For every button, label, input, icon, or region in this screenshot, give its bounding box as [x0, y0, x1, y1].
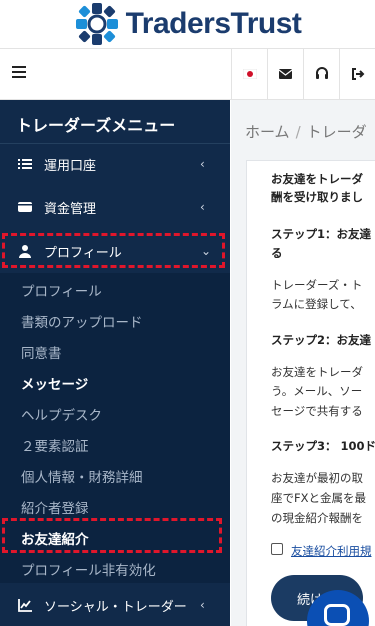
intro-text: お友達をトレーダ [271, 172, 363, 186]
chat-bubble-icon [324, 604, 350, 626]
step2-title: ステップ2：お友達 [271, 333, 372, 347]
submenu-item-agreements[interactable]: 同意書 [21, 342, 62, 362]
wallet-icon [18, 202, 32, 212]
submenu-item-deactivate-profile[interactable]: プロフィール非有効化 [21, 559, 156, 579]
sidebar-title: トレーダーズメニュー [16, 118, 176, 135]
logo-bar: TradersTrust [0, 0, 375, 48]
chart-line-icon [18, 599, 32, 612]
terms-checkbox[interactable] [271, 543, 283, 555]
menu-icon[interactable] [12, 66, 26, 80]
sidebar-item-label: ソーシャル・トレーダー [44, 599, 187, 615]
step3-body: の現金紹介報酬を [271, 511, 363, 525]
brand-name: TradersTrust [125, 7, 302, 40]
sidebar-item-social-trader[interactable]: ソーシャル・トレーダー ‹ [0, 585, 230, 625]
step2-body: セージで共有する [271, 404, 363, 418]
sign-out-icon [351, 68, 364, 80]
traderstrust-logo-icon [75, 3, 118, 45]
submenu-item-personal-info[interactable]: 個人情報・財務詳細 [21, 466, 143, 486]
sidebar-item-funds[interactable]: 資金管理 ‹ [0, 187, 230, 227]
intro-text: 酬を受け取りまし [271, 190, 363, 204]
headset-icon [315, 67, 328, 79]
sidebar-item-accounts[interactable]: 運用口座 ‹ [0, 144, 230, 184]
step3-title: ステップ3： 100ド [271, 439, 375, 453]
envelope-icon [279, 69, 292, 79]
top-header [0, 48, 375, 100]
step3-body: お友達が最初の取 [271, 471, 363, 485]
terms-link[interactable]: 友達紹介利用規 [291, 543, 372, 559]
japan-flag-icon [242, 69, 257, 79]
logout-button[interactable] [339, 49, 375, 99]
sidebar-item-label: 運用口座 [44, 158, 97, 174]
submenu-item-document-upload[interactable]: 書類のアップロード [21, 311, 143, 331]
breadcrumb: ホーム / トレーダ [245, 121, 367, 142]
step1-body: ラムに登録して、 [271, 297, 362, 311]
step2-body: お友達をトレーダ [271, 365, 363, 379]
messages-button[interactable] [267, 49, 303, 99]
submenu-item-two-factor[interactable]: ２要素認証 [21, 435, 89, 455]
chevron-left-icon: ‹ [200, 157, 205, 171]
step2-body: う。メール、ソー [271, 384, 363, 398]
highlight-box-refer-friend [2, 518, 222, 553]
step1-title: ステップ1：お友達 [271, 227, 372, 241]
breadcrumb-home[interactable]: ホーム [245, 123, 290, 141]
support-button[interactable] [303, 49, 339, 99]
breadcrumb-separator: / [295, 123, 301, 141]
submenu-item-profile[interactable]: プロフィール [21, 280, 102, 300]
step3-body: 座でFXと金属を最 [271, 491, 366, 505]
submenu-item-referrer[interactable]: 紹介者登録 [21, 497, 89, 517]
submenu-item-helpdesk[interactable]: ヘルプデスク [21, 404, 102, 424]
submenu-item-messages[interactable]: メッセージ [21, 373, 88, 393]
highlight-box-profile [2, 233, 225, 268]
header-icons [231, 49, 375, 99]
sidebar-item-label: 資金管理 [44, 201, 97, 217]
chevron-left-icon: ‹ [200, 200, 205, 214]
list-icon [18, 159, 32, 169]
chevron-left-icon: ‹ [200, 598, 205, 612]
step1-title: る [271, 246, 283, 260]
language-button[interactable] [231, 49, 267, 99]
step1-body: トレーダーズ・ト [271, 278, 363, 292]
breadcrumb-current: トレーダ [306, 123, 367, 141]
